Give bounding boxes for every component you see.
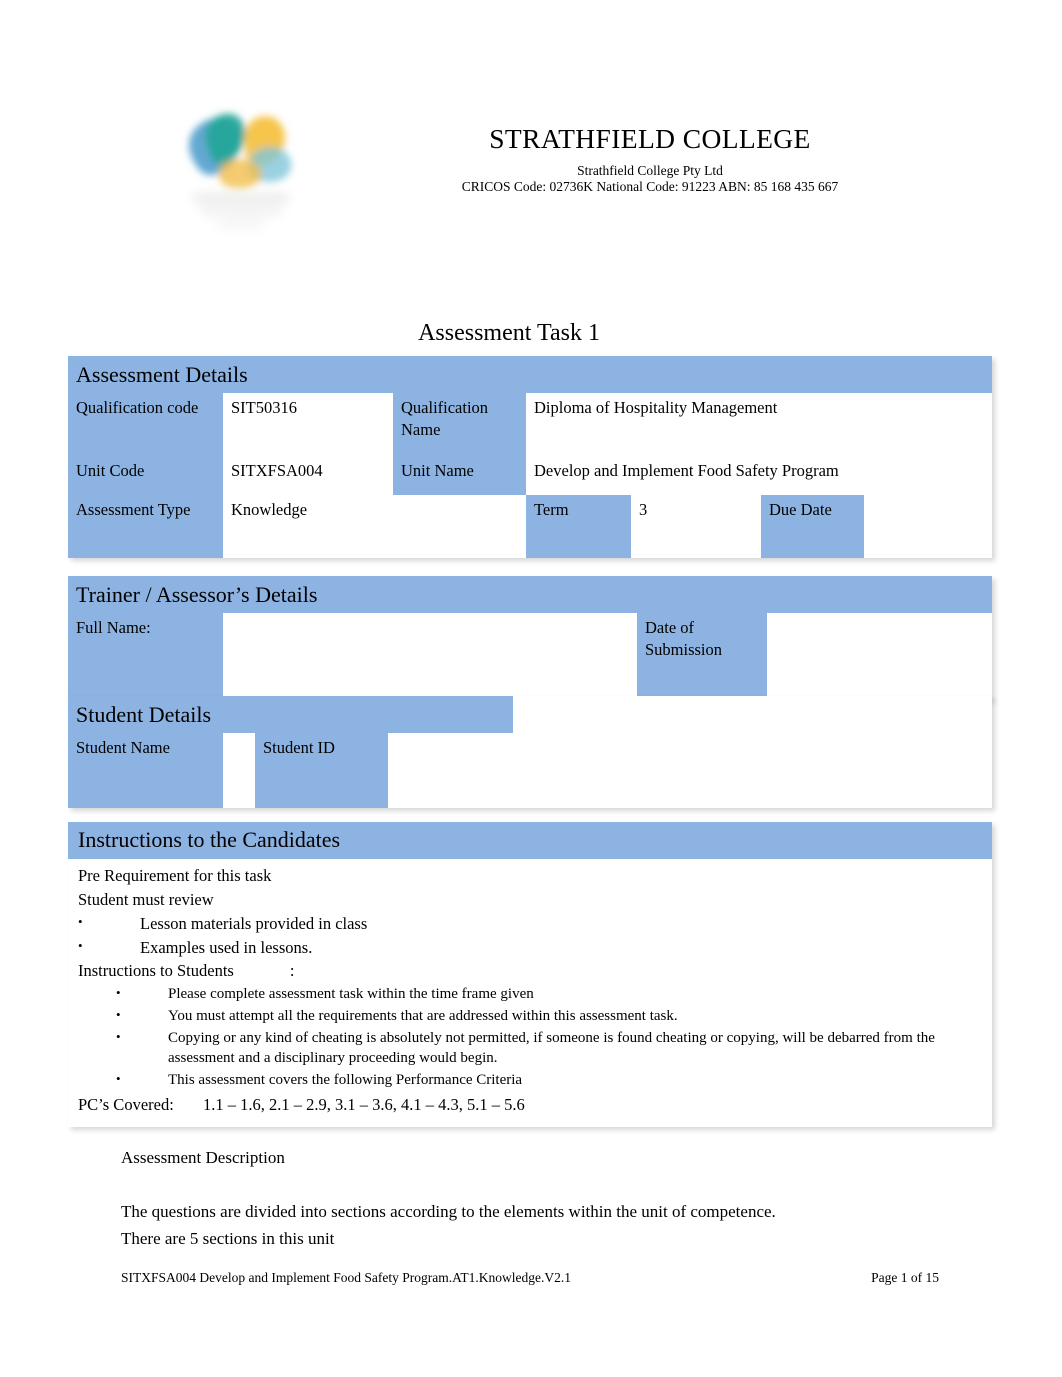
review-item-text: Lesson materials provided in class: [140, 913, 368, 933]
unit-name-value[interactable]: Develop and Implement Food Safety Progra…: [526, 456, 993, 496]
trainer-full-name-label: Full Name:: [68, 613, 223, 701]
unit-code-value[interactable]: SITXFSA004: [223, 456, 393, 496]
assessment-details-heading: Assessment Details: [68, 356, 993, 394]
qualification-code-value[interactable]: SIT50316: [223, 393, 393, 457]
student-id-label: Student ID: [255, 733, 388, 809]
unit-code-label: Unit Code: [68, 456, 223, 496]
assessment-type-value[interactable]: Knowledge: [223, 495, 526, 559]
student-details-heading: Student Details: [68, 696, 514, 734]
list-item: • Please complete assessment task within…: [78, 984, 982, 1005]
table-row: Assessment Type Knowledge Term 3 Due Dat…: [68, 495, 993, 559]
pc-covered-label: PC’s Covered:: [78, 1094, 174, 1114]
college-legal-name: Strathfield College Pty Ltd: [577, 162, 723, 178]
instructions-to-students-colon: :: [289, 961, 295, 981]
instructions-heading: Instructions to the Candidates: [68, 822, 992, 860]
student-instruction-text: This assessment covers the following Per…: [168, 1071, 523, 1088]
document-page: STRATHFIELD COLLEGE Strathfield College …: [0, 0, 1062, 1377]
trainer-full-name-value[interactable]: [223, 613, 637, 701]
list-item: • This assessment covers the following P…: [78, 1070, 982, 1091]
instructions-to-students-label: Instructions to Students: [78, 961, 234, 981]
college-registration-codes: CRICOS Code: 02736K National Code: 91223…: [461, 179, 839, 195]
student-must-review-line: Student must review: [78, 890, 214, 910]
student-details-heading-row: Student Details: [68, 696, 993, 734]
pre-requirement-line: Pre Requirement for this task: [78, 866, 272, 886]
student-instruction-text: You must attempt all the requirements th…: [168, 1007, 678, 1024]
date-of-submission-label: Date of Submission: [637, 613, 767, 701]
assessment-details-table: Assessment Details Qualification code SI…: [68, 356, 993, 559]
student-row-spacer: [513, 733, 993, 809]
bullet-icon: •: [78, 913, 83, 929]
list-item: • Examples used in lessons.: [78, 937, 982, 960]
assessment-description-line-2: There are 5 sections in this unit: [121, 1228, 335, 1248]
bullet-icon: •: [78, 937, 83, 953]
table-row: Student Name Student ID: [68, 733, 993, 809]
student-details-heading-spacer: [513, 696, 993, 734]
assessment-description-heading: Assessment Description: [121, 1148, 285, 1167]
document-title: Assessment Task 1: [418, 320, 600, 346]
table-row: Qualification code SIT50316 Qualificatio…: [68, 393, 993, 457]
assessment-description-section: Assessment Description The questions are…: [121, 1145, 981, 1252]
term-label: Term: [526, 495, 631, 559]
due-date-value[interactable]: [864, 495, 993, 559]
instructions-body: Pre Requirement for this task Student mu…: [68, 859, 992, 1127]
strathfield-college-logo-icon: [163, 88, 318, 238]
letterhead: STRATHFIELD COLLEGE Strathfield College …: [0, 88, 1062, 258]
assessment-description-line-1: The questions are divided into sections …: [121, 1202, 776, 1222]
qualification-name-label: Qualification Name: [393, 393, 526, 457]
student-name-label: Student Name: [68, 733, 223, 809]
trainer-details-heading-row: Trainer / Assessor’s Details: [68, 576, 993, 614]
assessment-type-label: Assessment Type: [68, 495, 223, 559]
list-item: • Copying or any kind of cheating is abs…: [78, 1028, 982, 1069]
term-value[interactable]: 3: [631, 495, 761, 559]
bullet-icon: •: [116, 1006, 121, 1022]
student-instruction-text: Please complete assessment task within t…: [168, 986, 534, 1003]
pc-covered-value: 1.1 – 1.6, 2.1 – 2.9, 3.1 – 3.6, 4.1 – 4…: [203, 1094, 525, 1114]
student-details-table: Student Details Student Name Student ID: [68, 696, 993, 809]
pc-covered-line: PC’s Covered: 1.1 – 1.6, 2.1 – 2.9, 3.1 –…: [78, 1094, 982, 1117]
student-name-value[interactable]: [223, 733, 255, 809]
college-name: STRATHFIELD COLLEGE: [489, 123, 811, 154]
trainer-details-heading: Trainer / Assessor’s Details: [68, 576, 993, 614]
table-row: Full Name: Date of Submission: [68, 613, 993, 701]
bullet-icon: •: [116, 1070, 121, 1086]
bullet-icon: •: [116, 1028, 121, 1044]
assessment-details-heading-row: Assessment Details: [68, 356, 993, 394]
instructions-box: Instructions to the Candidates Pre Requi…: [68, 822, 992, 1128]
trainer-assessor-details-table: Trainer / Assessor’s Details Full Name: …: [68, 576, 993, 701]
footer-document-reference: SITXFSA004 Develop and Implement Food Sa…: [121, 1270, 571, 1285]
student-instruction-text: Copying or any kind of cheating is absol…: [168, 1029, 935, 1067]
list-item: • Lesson materials provided in class: [78, 913, 982, 936]
qualification-code-label: Qualification code: [68, 393, 223, 457]
list-item: • You must attempt all the requirements …: [78, 1006, 982, 1027]
student-id-value[interactable]: [388, 733, 514, 809]
table-row: Unit Code SITXFSA004 Unit Name Develop a…: [68, 456, 993, 496]
college-identity-block: STRATHFIELD COLLEGE Strathfield College …: [300, 123, 1000, 196]
due-date-label: Due Date: [761, 495, 864, 559]
date-of-submission-value[interactable]: [767, 613, 993, 701]
page-footer: SITXFSA004 Develop and Implement Food Sa…: [121, 1270, 939, 1286]
footer-page-number: Page 1 of 15: [871, 1270, 939, 1285]
unit-name-label: Unit Name: [393, 456, 526, 496]
bullet-icon: •: [116, 985, 121, 1001]
instructions-to-students-line: Instructions to Students:: [78, 960, 982, 983]
qualification-name-value[interactable]: Diploma of Hospitality Management: [526, 393, 993, 457]
review-item-text: Examples used in lessons.: [140, 937, 313, 957]
